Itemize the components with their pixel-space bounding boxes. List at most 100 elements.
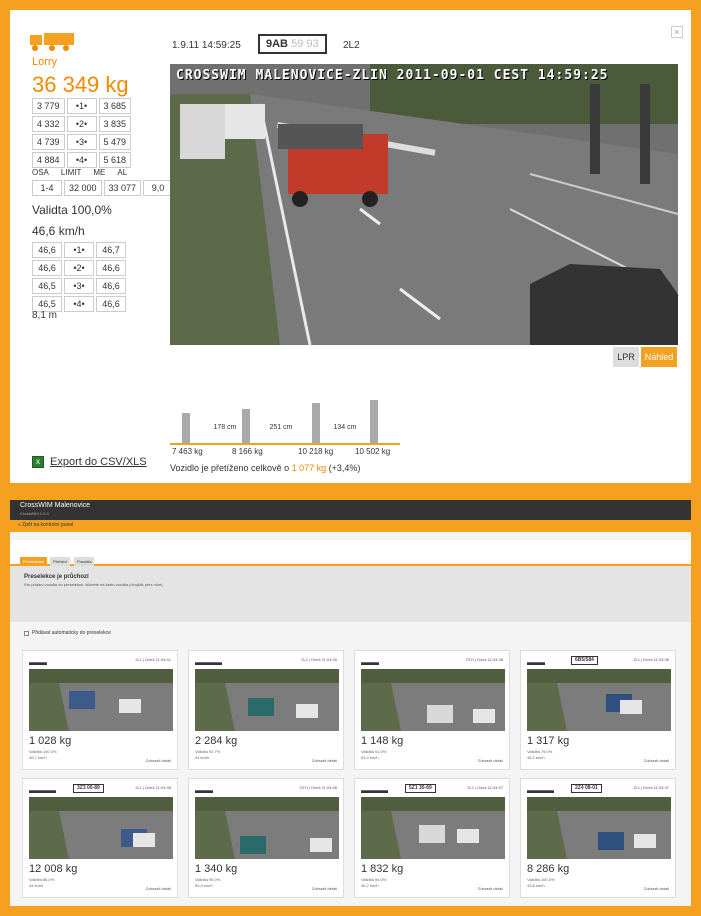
vehicle-card[interactable]: ▬▬▬ 3Z3 00-89 2L1 | Dnes 11:04:38 12 008 kg…: [22, 778, 178, 898]
vehicle-type-icon: ▬▬▬: [527, 785, 554, 795]
card-speed: 50,9 km/h: [195, 883, 213, 888]
show-detail-link[interactable]: Zobrazit detail: [644, 886, 669, 891]
lpr-button[interactable]: LPR: [613, 347, 639, 367]
total-weight: 36 349 kg: [32, 72, 129, 97]
show-detail-link[interactable]: Zobrazit detail: [312, 758, 337, 763]
table-cell: 5 618: [98, 152, 132, 168]
vehicle-type-label: Lorry: [32, 56, 58, 68]
axle-gap-1: 178 cm: [213, 424, 237, 431]
vehicle-type-icon: ▬▬: [527, 657, 545, 667]
card-weight: 1 148 kg: [361, 735, 404, 747]
table-cell: •4•: [64, 296, 94, 312]
card-speed: 53,4 km/h: [361, 755, 379, 760]
vehicle-card[interactable]: ▬▬▬ 2Z4 08-01 2L1 | Dnes 11:04:37 8 286 kg V…: [520, 778, 676, 898]
info-text: Pro přidání vozidla do preselekce, klikn…: [24, 582, 164, 587]
card-validity: Validita 86,0%: [29, 877, 55, 882]
lane-code: 2L2: [343, 40, 360, 51]
vehicle-card[interactable]: ▬▬ 6B5/584 2L1 | Dnes 11:04:38 1 317 kg Vali…: [520, 650, 676, 770]
axle-group-bar: [182, 413, 190, 443]
show-detail-link[interactable]: Zobrazit detail: [644, 758, 669, 763]
info-title: Preselekce je průchozí: [24, 574, 89, 580]
card-speed: 46,7 km/h: [29, 755, 47, 760]
vehicle-card[interactable]: ▬▬▬ 2L1 | Dnes 11:04:39 2 284 kg Validita 9…: [188, 650, 344, 770]
show-detail-link[interactable]: Zobrazit detail: [478, 886, 503, 891]
vehicle-photo: [361, 797, 505, 859]
export-csv-link[interactable]: x Export do CSV/XLS: [32, 456, 147, 468]
show-detail-link[interactable]: Zobrazit detail: [146, 886, 171, 891]
card-validity: Validita 100,0%: [527, 877, 555, 882]
table-cell: 3 779: [32, 98, 65, 114]
show-detail-link[interactable]: Zobrazit detail: [478, 758, 503, 763]
limit-headers: OSA LIMIT ME AL: [32, 168, 127, 177]
vehicle-type-icon: ▬▬▬: [195, 657, 222, 667]
tab-rules[interactable]: Pravidla: [74, 557, 95, 566]
table-row: 4 332 •2• 3 835: [32, 116, 132, 132]
show-detail-link[interactable]: Zobrazit detail: [312, 886, 337, 891]
vehicle-type-icon: ▬▬: [29, 657, 47, 667]
card-meta: 2L1 | Dnes 11:04:38: [633, 657, 669, 662]
table-cell: •1•: [64, 242, 94, 258]
card-weight: 8 286 kg: [527, 863, 570, 875]
table-row: 46,6 •1• 46,7: [32, 242, 126, 258]
axle-weights-table: 3 779 •1• 3 685 4 332 •2• 3 835 4 739 •3• 5 47…: [30, 96, 133, 170]
export-label[interactable]: Export do CSV/XLS: [50, 456, 147, 468]
table-cell: 9,0: [143, 180, 174, 196]
card-validity: Validita 94,0%: [361, 877, 387, 882]
auto-add-checkbox[interactable]: [24, 630, 29, 636]
axle-group-bar: [312, 403, 320, 443]
table-cell: 3 835: [98, 116, 132, 132]
vehicle-type-icon: ▬▬: [361, 657, 379, 667]
card-weight: 1 317 kg: [527, 735, 570, 747]
vehicle-detail-panel: Lorry 36 349 kg 3 779 •1• 3 685 4 332 •2• 3 …: [10, 10, 691, 483]
table-cell: •2•: [64, 260, 94, 276]
group-weight-2: 8 166 kg: [232, 447, 263, 456]
preview-button[interactable]: Náhled: [641, 347, 677, 367]
license-plate: 6B5/584: [571, 656, 598, 665]
group-weight-1: 7 463 kg: [172, 447, 203, 456]
info-box: Preselekce je průchozí Pro přidání vozid…: [10, 566, 691, 622]
card-meta: 2L1 | Dnes 11:04:37: [633, 785, 669, 790]
table-cell: 4 332: [32, 116, 65, 132]
license-plate: 2Z4 08-01: [571, 784, 602, 793]
validity-value: Validta 100,0%: [32, 203, 112, 217]
card-weight: 2 284 kg: [195, 735, 238, 747]
header-me: ME: [93, 168, 106, 177]
close-icon[interactable]: ×: [671, 26, 683, 38]
show-detail-link[interactable]: Zobrazit detail: [146, 758, 171, 763]
auto-add-label: Přidávat automaticky do preselekce: [32, 630, 111, 636]
vehicle-card[interactable]: ▬▬ OTH | Dnes 11:04:38 1 340 kg Validita 95…: [188, 778, 344, 898]
vehicle-card[interactable]: ▬▬▬ 5Z1 30-69 2L1 | Dnes 11:04:37 1 832 kg V…: [354, 778, 510, 898]
card-meta: 2L1 | Dnes 11:04:39: [301, 657, 337, 662]
vehicle-card[interactable]: ▬▬ OTH | Dnes 11:04:38 1 148 kg Validita 91…: [354, 650, 510, 770]
back-to-panel-link[interactable]: « Zpět na kontrolní panel: [18, 522, 73, 528]
limit-table: 1-4 32 000 33 077 9,0: [30, 178, 175, 198]
card-validity: Validita 75,0%: [527, 749, 553, 754]
card-meta: 2L1 | Dnes 11:04:38: [135, 785, 171, 790]
tab-preselection[interactable]: Presedekce: [20, 557, 48, 566]
card-validity: Validita 95,0%: [195, 877, 221, 882]
plate-blurred: 59 93: [291, 38, 319, 50]
table-cell: 46,6: [96, 278, 126, 294]
group-weight-3: 10 218 kg: [298, 447, 334, 456]
axle-group-bar: [242, 409, 250, 443]
tab-overview[interactable]: Přehled: [50, 557, 70, 566]
table-cell: •2•: [66, 116, 97, 132]
card-meta: OTH | Dnes 11:04:38: [465, 657, 503, 662]
card-meta: OTH | Dnes 11:04:38: [299, 785, 337, 790]
card-validity: Validita 100,0%: [29, 749, 57, 754]
back-bar: « Zpět na kontrolní panel: [10, 520, 691, 532]
table-cell: 33 077: [103, 180, 142, 196]
table-cell: •4•: [66, 152, 97, 168]
card-validity: Validita 92,7%: [195, 749, 221, 754]
axle-gap-2: 251 cm: [269, 424, 293, 431]
vehicle-card[interactable]: ▬▬ 2L1 | Dnes 11:04:41 1 028 kg Validita 10…: [22, 650, 178, 770]
card-weight: 1 028 kg: [29, 735, 72, 747]
vehicle-photo: [361, 669, 505, 731]
card-validity: Validita 91,0%: [361, 749, 387, 754]
speed-value: 46,6 km/h: [32, 224, 85, 238]
auto-add-option[interactable]: Přidávat automaticky do preselekce: [24, 630, 111, 636]
card-weight: 1 340 kg: [195, 863, 238, 875]
table-cell: 5 479: [98, 134, 132, 150]
table-cell: 32 000: [64, 180, 102, 196]
overload-value: 1 077 kg: [291, 463, 327, 473]
